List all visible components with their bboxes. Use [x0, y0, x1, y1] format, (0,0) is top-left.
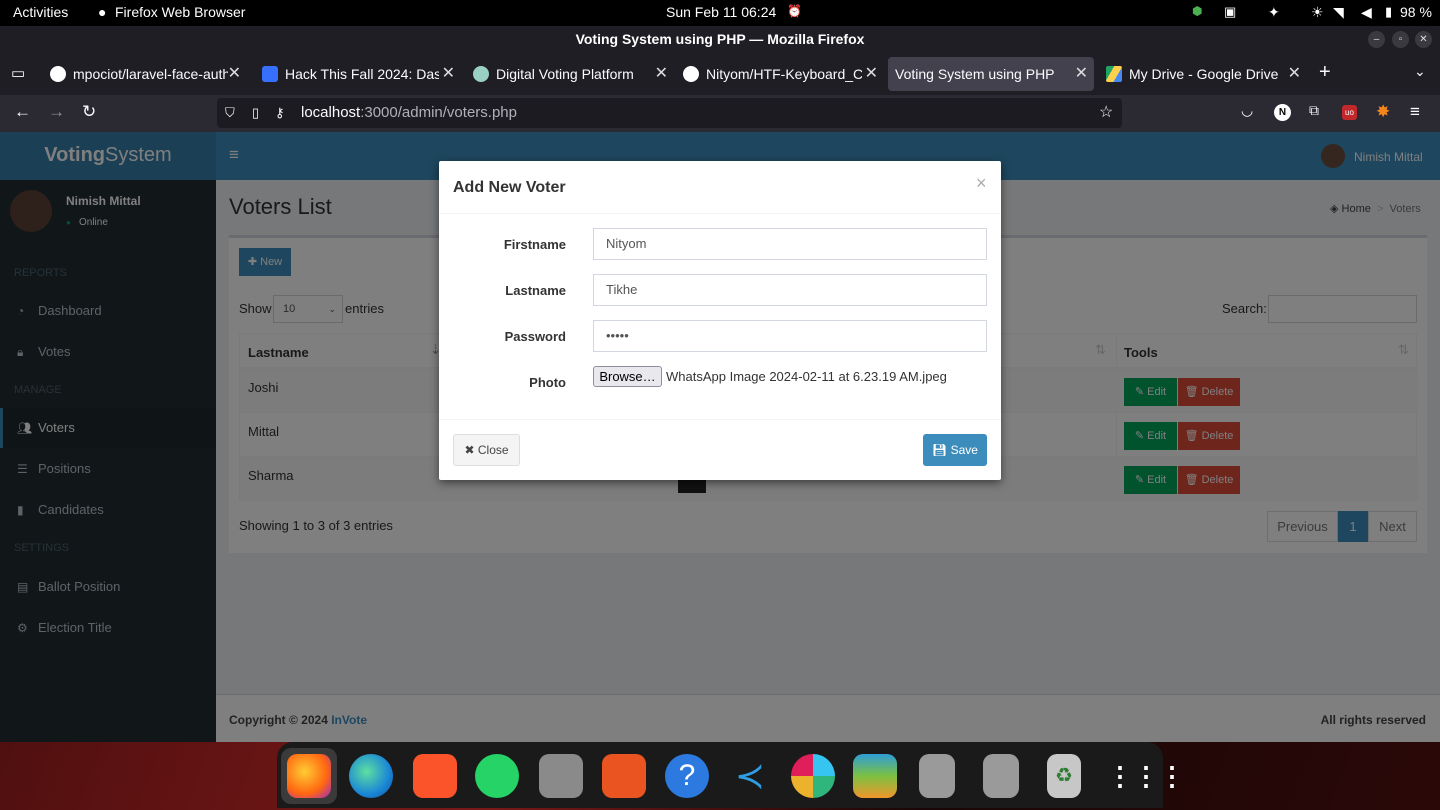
chatgpt-icon: [473, 66, 489, 82]
accessibility-icon[interactable]: ✦: [1268, 4, 1280, 21]
browse-button[interactable]: Browse…: [593, 366, 662, 387]
brightness-icon[interactable]: ☀: [1311, 4, 1324, 21]
save-icon: 💾︎: [932, 443, 948, 457]
github-icon: [50, 66, 66, 82]
files-icon[interactable]: [539, 754, 583, 798]
clipboard-icon[interactable]: ▣: [1224, 4, 1236, 20]
close-window-icon[interactable]: ✕: [1415, 31, 1432, 48]
ublock-icon[interactable]: uo: [1342, 105, 1357, 120]
devfolio-icon: [262, 66, 278, 82]
tab-close-icon[interactable]: ✕: [1288, 57, 1301, 91]
alarm-icon: ⏰: [787, 4, 802, 18]
show-apps-icon[interactable]: ⋮⋮⋮: [1107, 754, 1185, 798]
close-button[interactable]: ✖ Close: [453, 434, 520, 466]
whatsapp-icon[interactable]: [475, 754, 519, 798]
app-menu[interactable]: Firefox Web Browser: [115, 4, 245, 20]
shield-icon[interactable]: ⛉: [225, 98, 235, 128]
tab-overview-icon[interactable]: ▭: [11, 64, 25, 82]
tab-close-icon[interactable]: ✕: [655, 57, 668, 91]
lastname-label: Lastname: [505, 283, 566, 298]
edge-icon[interactable]: [349, 754, 393, 798]
tab-bar: ▭ mpociot/laravel-face-auth ✕ Hack This …: [0, 53, 1440, 95]
clock[interactable]: Sun Feb 11 06:24: [666, 4, 776, 20]
stack-icon[interactable]: [853, 754, 897, 798]
tab-close-icon[interactable]: ✕: [442, 57, 455, 91]
selected-file-name: WhatsApp Image 2024-02-11 at 6.23.19 AM.…: [666, 369, 947, 384]
dock: ? ≺ ♻ ⋮⋮⋮: [277, 742, 1185, 808]
firstname-field[interactable]: Nityom: [593, 228, 987, 260]
volume-icon[interactable]: ◀: [1361, 4, 1372, 21]
lastname-field[interactable]: Tikhe: [593, 274, 987, 306]
save-button[interactable]: 💾︎ Save: [923, 434, 987, 466]
firefox-icon[interactable]: [287, 754, 331, 798]
password-label: Password: [504, 329, 566, 344]
slack-icon[interactable]: [791, 754, 835, 798]
reload-icon[interactable]: ↻: [82, 102, 96, 122]
password-field[interactable]: •••••: [593, 320, 987, 352]
vscode-icon[interactable]: ≺: [728, 754, 772, 798]
page-icon[interactable]: ▯: [252, 98, 259, 128]
extension-n-icon[interactable]: N: [1274, 104, 1291, 121]
tab-close-icon[interactable]: ✕: [228, 57, 241, 91]
menu-icon[interactable]: ≡: [1410, 102, 1420, 122]
tab-laravel-face-auth[interactable]: mpociot/laravel-face-auth ✕: [41, 57, 247, 91]
tab-digital-voting[interactable]: Digital Voting Platform ✕: [464, 57, 674, 91]
battery-icon[interactable]: ▮: [1385, 4, 1392, 20]
activities-button[interactable]: Activities: [13, 4, 68, 20]
tab-close-icon[interactable]: ✕: [865, 57, 878, 91]
brave-icon[interactable]: [413, 754, 457, 798]
shield-icon[interactable]: ⬢: [1192, 4, 1202, 18]
bookmark-star-icon[interactable]: ☆: [1099, 98, 1113, 128]
trash-icon[interactable]: ♻: [1047, 754, 1081, 798]
firefox-app-icon: ●: [98, 4, 107, 20]
photo-label: Photo: [529, 375, 566, 390]
help-icon[interactable]: ?: [665, 754, 709, 798]
new-tab-icon[interactable]: +: [1319, 61, 1331, 84]
window-title-bar: Voting System using PHP — Mozilla Firefo…: [0, 26, 1440, 53]
close-icon: ✖: [464, 443, 475, 457]
back-icon[interactable]: ←: [14, 102, 31, 122]
list-all-tabs-icon[interactable]: ⌄: [1414, 63, 1426, 80]
drive-icon[interactable]: [983, 754, 1019, 798]
tab-hack-this-fall[interactable]: Hack This Fall 2024: Dashb ✕: [253, 57, 461, 91]
drive-icon[interactable]: [919, 754, 955, 798]
modal-title: Add New Voter: [453, 179, 566, 196]
add-voter-modal: Add New Voter × Firstname Nityom Lastnam…: [439, 161, 1001, 480]
wifi-icon[interactable]: ◥: [1333, 4, 1344, 21]
app-center-icon[interactable]: [602, 754, 646, 798]
window-title: Voting System using PHP — Mozilla Firefo…: [575, 31, 865, 47]
tab-close-icon[interactable]: ✕: [1075, 57, 1088, 91]
modal-close-icon[interactable]: ×: [976, 173, 987, 194]
battery-percent: 98 %: [1400, 4, 1432, 20]
forward-icon[interactable]: →: [48, 102, 65, 122]
system-top-bar: Activities ● Firefox Web Browser Sun Feb…: [0, 0, 1440, 26]
modal-header: Add New Voter ×: [439, 161, 1001, 214]
github-icon: [683, 66, 699, 82]
maximize-icon[interactable]: ▫: [1392, 31, 1409, 48]
url-host: localhost: [301, 104, 361, 121]
extensions-icon[interactable]: ⧉: [1309, 102, 1319, 119]
firstname-label: Firstname: [503, 237, 566, 252]
tab-google-drive[interactable]: My Drive - Google Drive ✕: [1097, 57, 1307, 91]
url-bar[interactable]: ⛉ ▯ ⚷ localhost:3000/admin/voters.php ☆: [217, 98, 1122, 128]
navigation-toolbar: ← → ↻ ⛉ ▯ ⚷ localhost:3000/admin/voters.…: [0, 95, 1440, 132]
tab-voting-system[interactable]: Voting System using PHP ✕: [888, 57, 1094, 91]
minimize-icon[interactable]: –: [1368, 31, 1385, 48]
drive-icon: [1106, 66, 1122, 82]
pocket-icon[interactable]: ◡: [1241, 102, 1253, 119]
key-icon[interactable]: ⚷: [275, 98, 285, 128]
tab-htf-keyboard[interactable]: Nityom/HTF-Keyboard_C ✕: [674, 57, 884, 91]
url-path: :3000/admin/voters.php: [360, 104, 517, 121]
metamask-icon[interactable]: ✸: [1376, 102, 1390, 122]
